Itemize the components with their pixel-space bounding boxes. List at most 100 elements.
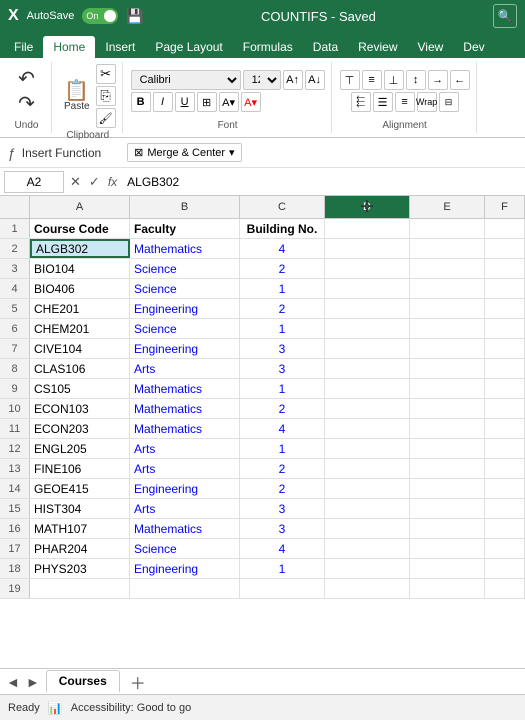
cell-11-e[interactable] — [410, 419, 485, 438]
cell-14-a[interactable]: GEOE415 — [30, 479, 130, 498]
cell-16-d[interactable] — [325, 519, 410, 538]
tab-home[interactable]: Home — [43, 36, 95, 58]
tab-file[interactable]: File — [4, 36, 43, 58]
cancel-formula-icon[interactable]: ✕ — [68, 172, 83, 192]
cell-15-c[interactable]: 3 — [240, 499, 325, 518]
cell-8-c[interactable]: 3 — [240, 359, 325, 378]
merge-center-button[interactable]: ⊟ — [439, 92, 459, 112]
cell-6-e[interactable] — [410, 319, 485, 338]
cell-4-d[interactable] — [325, 279, 410, 298]
cell-19-a[interactable] — [30, 579, 130, 598]
cell-10-a[interactable]: ECON103 — [30, 399, 130, 418]
add-sheet-button[interactable]: ＋ — [124, 668, 152, 696]
cell-3-a[interactable]: BIO104 — [30, 259, 130, 278]
cell-14-c[interactable]: 2 — [240, 479, 325, 498]
cell-14-b[interactable]: Engineering — [130, 479, 240, 498]
cell-17-b[interactable]: Science — [130, 539, 240, 558]
cell-12-d[interactable] — [325, 439, 410, 458]
cell-6-b[interactable]: Science — [130, 319, 240, 338]
cell-10-d[interactable] — [325, 399, 410, 418]
cell-18-f[interactable] — [485, 559, 525, 578]
col-header-a[interactable]: A — [30, 196, 130, 218]
cell-12-e[interactable] — [410, 439, 485, 458]
cell-7-d[interactable] — [325, 339, 410, 358]
italic-button[interactable]: I — [153, 92, 173, 112]
cell-2-d[interactable] — [325, 239, 410, 258]
cell-17-e[interactable] — [410, 539, 485, 558]
copy-button[interactable]: ⎘ — [96, 86, 116, 106]
cell-15-a[interactable]: HIST304 — [30, 499, 130, 518]
cell-19-d[interactable] — [325, 579, 410, 598]
col-header-b[interactable]: B — [130, 196, 240, 218]
cell-17-a[interactable]: PHAR204 — [30, 539, 130, 558]
cell-7-c[interactable]: 3 — [240, 339, 325, 358]
text-direction-button[interactable]: ↕ — [406, 70, 426, 90]
decrease-font-button[interactable]: A↓ — [305, 70, 325, 90]
cell-18-c[interactable]: 1 — [240, 559, 325, 578]
cell-13-c[interactable]: 2 — [240, 459, 325, 478]
font-size-select[interactable]: 12 — [243, 70, 281, 90]
scroll-right-arrow[interactable]: ► — [24, 672, 42, 692]
cell-14-d[interactable] — [325, 479, 410, 498]
merge-center-button[interactable]: ⊠ Merge & Center ▾ — [127, 143, 241, 162]
cell-15-e[interactable] — [410, 499, 485, 518]
cell-6-d[interactable] — [325, 319, 410, 338]
cell-2-f[interactable] — [485, 239, 525, 258]
cell-1-b[interactable]: Faculty — [130, 219, 240, 238]
font-family-select[interactable]: Calibri — [131, 70, 241, 90]
cell-7-e[interactable] — [410, 339, 485, 358]
cell-9-d[interactable] — [325, 379, 410, 398]
cell-8-e[interactable] — [410, 359, 485, 378]
undo-button[interactable]: ↶ — [14, 67, 39, 91]
cell-4-a[interactable]: BIO406 — [30, 279, 130, 298]
cell-16-c[interactable]: 3 — [240, 519, 325, 538]
cell-12-c[interactable]: 1 — [240, 439, 325, 458]
underline-button[interactable]: U — [175, 92, 195, 112]
cell-11-c[interactable]: 4 — [240, 419, 325, 438]
cell-6-c[interactable]: 1 — [240, 319, 325, 338]
cell-5-f[interactable] — [485, 299, 525, 318]
cell-13-a[interactable]: FINE106 — [30, 459, 130, 478]
cell-18-d[interactable] — [325, 559, 410, 578]
cell-14-e[interactable] — [410, 479, 485, 498]
cell-11-f[interactable] — [485, 419, 525, 438]
cell-4-b[interactable]: Science — [130, 279, 240, 298]
indent-less-button[interactable]: ← — [450, 70, 470, 90]
cell-4-f[interactable] — [485, 279, 525, 298]
tab-page-layout[interactable]: Page Layout — [145, 36, 232, 58]
align-top-button[interactable]: ⊤ — [340, 70, 360, 90]
cell-2-c[interactable]: 4 — [240, 239, 325, 258]
scroll-left-arrow[interactable]: ◄ — [4, 672, 22, 692]
search-button[interactable]: 🔍 — [493, 4, 517, 28]
align-left-button[interactable]: ⬱ — [351, 92, 371, 112]
cell-11-a[interactable]: ECON203 — [30, 419, 130, 438]
cell-6-a[interactable]: CHEM201 — [30, 319, 130, 338]
cell-15-f[interactable] — [485, 499, 525, 518]
cell-16-e[interactable] — [410, 519, 485, 538]
cell-17-c[interactable]: 4 — [240, 539, 325, 558]
confirm-formula-icon[interactable]: ✓ — [87, 172, 102, 192]
tab-review[interactable]: Review — [348, 36, 407, 58]
tab-data[interactable]: Data — [303, 36, 348, 58]
cell-19-c[interactable] — [240, 579, 325, 598]
cell-13-d[interactable] — [325, 459, 410, 478]
align-middle-button[interactable]: ≡ — [362, 70, 382, 90]
formula-input[interactable] — [123, 173, 521, 191]
autosave-toggle[interactable]: On — [82, 8, 118, 24]
cell-10-f[interactable] — [485, 399, 525, 418]
align-right-button[interactable]: ≡ — [395, 92, 415, 112]
cell-5-d[interactable] — [325, 299, 410, 318]
border-button[interactable]: ⊞ — [197, 92, 217, 112]
col-header-d[interactable]: D ✛ — [325, 196, 410, 218]
cell-11-d[interactable] — [325, 419, 410, 438]
cell-9-c[interactable]: 1 — [240, 379, 325, 398]
cell-2-e[interactable] — [410, 239, 485, 258]
cell-1-a[interactable]: Course Code — [30, 219, 130, 238]
tab-dev[interactable]: Dev — [453, 36, 494, 58]
cell-3-f[interactable] — [485, 259, 525, 278]
cell-10-e[interactable] — [410, 399, 485, 418]
cell-4-c[interactable]: 1 — [240, 279, 325, 298]
cell-19-e[interactable] — [410, 579, 485, 598]
cell-15-b[interactable]: Arts — [130, 499, 240, 518]
cut-button[interactable]: ✂ — [96, 64, 116, 84]
